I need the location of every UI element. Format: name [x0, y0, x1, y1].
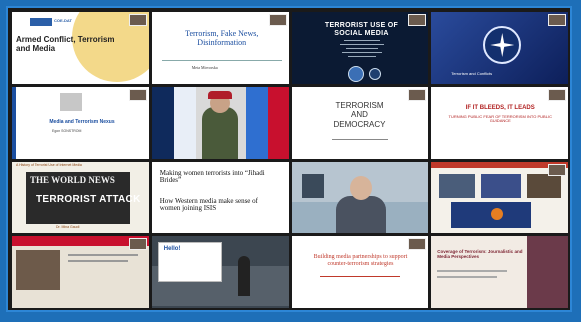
- participant-tile-5[interactable]: Media and Terrorism Nexus Egon SONSTROM: [12, 86, 149, 159]
- camera-thumbnail: [128, 238, 147, 251]
- flag-red: [267, 86, 289, 159]
- participant-tile-14[interactable]: Hello!: [151, 236, 289, 308]
- divider: [319, 276, 400, 278]
- participant-tile-3[interactable]: TERRORIST USE OF SOCIAL MEDIA: [291, 12, 429, 84]
- text-line: [68, 260, 128, 263]
- globe-icon: [368, 68, 381, 80]
- headline-1: THE WORLD NEWS: [30, 174, 115, 185]
- camera-thumbnail: [128, 14, 147, 26]
- flag-white: [173, 86, 196, 159]
- video-conference-window: COE-DAT Armed Conflict, Terrorism and Me…: [6, 6, 572, 312]
- slide-author: Egon SONSTROM: [52, 128, 82, 133]
- slide-title: Media and Terrorism Nexus: [49, 118, 115, 125]
- participant-tile-8[interactable]: IF IT BLEEDS, IT LEADS TURNING PUBLIC FE…: [431, 86, 568, 159]
- participant-tile-11[interactable]: [291, 161, 429, 234]
- title-line-2: AND: [351, 110, 368, 120]
- slide-image-3: [527, 173, 562, 198]
- participant-tile-1[interactable]: COE-DAT Armed Conflict, Terrorism and Me…: [12, 12, 149, 84]
- slide-image-1: [439, 173, 476, 198]
- logo-badge: [30, 18, 52, 26]
- compass-star-icon: [490, 33, 515, 57]
- slide-greeting: Hello!: [163, 246, 181, 253]
- camera-thumbnail: [548, 88, 566, 101]
- orange-badge: [491, 207, 504, 220]
- title-line-3: DEMOCRACY: [333, 119, 386, 129]
- slide-header: A History of Terrorist Use of Internet M…: [16, 162, 82, 167]
- nato-emblem: [483, 26, 522, 64]
- headline-2: TERRORIST ATTACK: [36, 193, 141, 205]
- speaker-body: [335, 195, 386, 234]
- camera-thumbnail: [408, 88, 427, 101]
- participant-tile-7[interactable]: TERRORISM AND DEMOCRACY: [291, 86, 429, 159]
- slide-subtitle: TURNING PUBLIC FEAR OF TERRORISM INTO PU…: [448, 113, 552, 124]
- camera-thumbnail: [408, 238, 427, 251]
- slide-accent-bar: [12, 86, 16, 159]
- participant-tile-2[interactable]: Terrorism, Fake News, Disinformation Met…: [151, 12, 289, 84]
- slide-author: Meta Mirvorska: [191, 65, 218, 70]
- divider: [331, 138, 388, 140]
- participant-tile-13[interactable]: [12, 236, 149, 308]
- slide-body-text: [338, 40, 386, 64]
- slide-title: Armed Conflict, Terrorism and Media: [16, 35, 115, 53]
- camera-thumbnail: [548, 163, 566, 176]
- portrait-image: [60, 92, 82, 111]
- slide-title: TERRORISM AND DEMOCRACY: [320, 101, 400, 130]
- participant-tile-10[interactable]: Making women terrorists into “Jihadi Bri…: [151, 161, 289, 234]
- background-chair: [301, 173, 324, 198]
- logo-text: COE-DAT: [54, 18, 72, 23]
- divider: [161, 60, 282, 61]
- emblem-icon: [347, 66, 364, 82]
- camera-thumbnail: [128, 88, 147, 101]
- speaker-beret: [207, 90, 232, 99]
- slide-title: TERRORIST USE OF SOCIAL MEDIA: [324, 22, 399, 37]
- speaker-photo: [16, 250, 60, 291]
- speaker-uniform: [201, 106, 238, 159]
- slide-text-1: Making women terrorists into “Jihadi Bri…: [159, 168, 265, 185]
- speaker-head: [349, 175, 372, 200]
- participant-tile-15[interactable]: Building media partnerships to support c…: [291, 236, 429, 308]
- slide-caption: Terrorism and Conflicts: [451, 71, 493, 76]
- text-line: [68, 254, 138, 257]
- participant-tile-6[interactable]: [151, 86, 289, 159]
- slide-text-2: How Western media make sense of women jo…: [159, 196, 258, 213]
- slide-title: Coverage of Terrorism: Journalistic and …: [437, 249, 523, 260]
- text-line: [437, 276, 498, 279]
- flag-nato: [151, 86, 174, 159]
- participant-tile-12[interactable]: [431, 161, 568, 234]
- slide-title: Terrorism, Fake News, Disinformation: [185, 29, 259, 47]
- slide-footer: Dr. Mina Gaudi: [56, 224, 80, 229]
- participant-grid: COE-DAT Armed Conflict, Terrorism and Me…: [12, 12, 568, 308]
- slide-title: IF IT BLEEDS, IT LEADS: [465, 104, 535, 111]
- slide-image-2: [481, 173, 522, 198]
- speaker-portrait: [527, 236, 568, 308]
- speaker-avatar: [237, 256, 250, 297]
- flag-blue: [245, 86, 268, 159]
- camera-thumbnail: [268, 14, 287, 26]
- participant-tile-9[interactable]: A History of Terrorist Use of Internet M…: [12, 161, 149, 234]
- camera-thumbnail: [408, 14, 427, 26]
- slide-title: Building media partnerships to support c…: [313, 254, 408, 267]
- participant-tile-16[interactable]: Coverage of Terrorism: Journalistic and …: [431, 236, 568, 308]
- camera-thumbnail: [548, 14, 566, 26]
- text-line: [437, 270, 508, 273]
- title-line-1: TERRORISM: [335, 100, 384, 110]
- participant-tile-4[interactable]: Terrorism and Conflicts: [431, 12, 568, 84]
